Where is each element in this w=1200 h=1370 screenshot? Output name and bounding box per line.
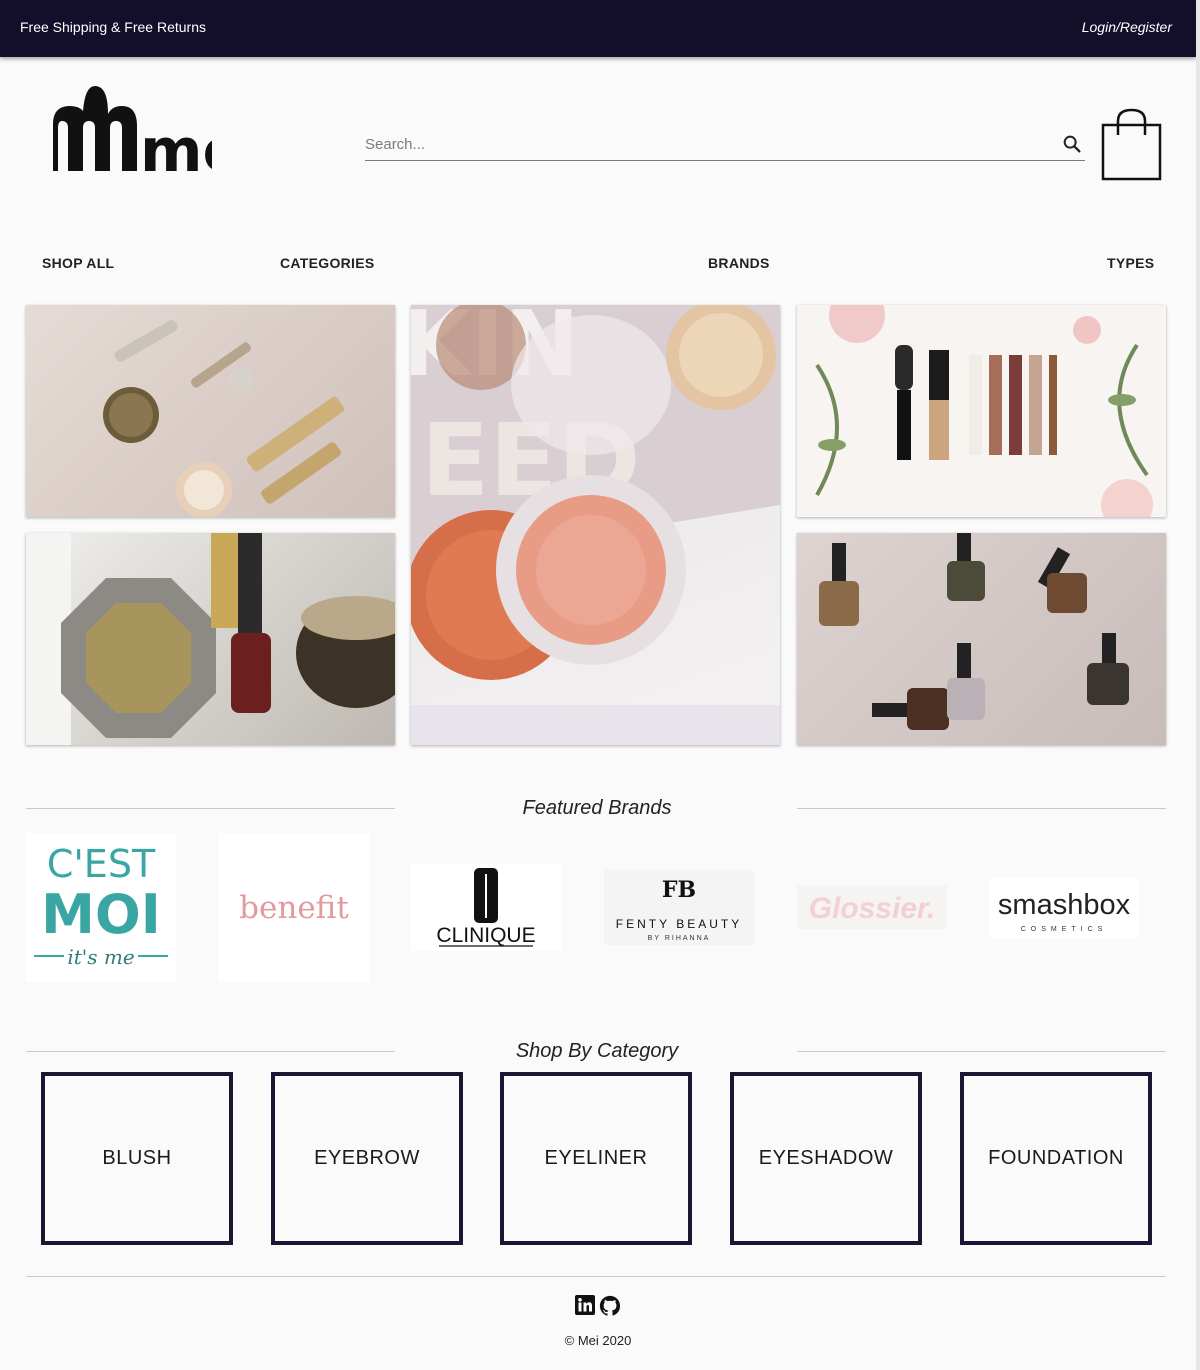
svg-text:Glossier.: Glossier. xyxy=(809,892,936,925)
svg-text:FB: FB xyxy=(662,877,696,903)
divider xyxy=(26,1051,395,1052)
category-eyebrow[interactable]: EYEBROW xyxy=(271,1072,463,1245)
nav-categories[interactable]: CATEGORIES xyxy=(280,255,375,271)
nav-brands[interactable]: BRANDS xyxy=(708,255,770,271)
hero-image-foundation-flatlay[interactable] xyxy=(797,305,1166,517)
category-eyeliner[interactable]: EYELINER xyxy=(500,1072,692,1245)
copyright: © Mei 2020 xyxy=(564,1333,632,1348)
svg-text:smashbox: smashbox xyxy=(998,889,1131,921)
divider xyxy=(797,808,1166,809)
shop-by-category-title: Shop By Category xyxy=(515,1040,679,1062)
hero-image-nail-polish[interactable] xyxy=(797,533,1166,745)
svg-text:MOI: MOI xyxy=(41,883,161,946)
mei-logo[interactable]: mei xyxy=(52,84,264,186)
svg-text:BY RIHANNA: BY RIHANNA xyxy=(648,935,711,942)
divider xyxy=(797,1051,1166,1052)
svg-text:benefit: benefit xyxy=(239,890,349,926)
hero-image-shu-uemura-blush[interactable]: KIN EED xyxy=(411,305,780,745)
brand-glossier-logo[interactable]: Glossier. xyxy=(797,886,947,929)
svg-text:COSMETICS: COSMETICS xyxy=(1021,926,1108,933)
promo-bar: Free Shipping & Free Returns Login/Regis… xyxy=(0,0,1196,57)
svg-text:CLINIQUE: CLINIQUE xyxy=(436,924,535,947)
svg-text:C'EST: C'EST xyxy=(47,842,156,886)
brand-benefit-logo[interactable]: benefit xyxy=(219,833,369,982)
brand-clinique-logo[interactable]: CLINIQUE xyxy=(411,864,561,951)
brand-fenty-beauty-logo[interactable]: FB FENTY BEAUTY BY RIHANNA xyxy=(604,870,754,945)
brand-smashbox-logo[interactable]: smashbox COSMETICS xyxy=(989,878,1139,938)
svg-text:FENTY BEAUTY: FENTY BEAUTY xyxy=(616,917,742,931)
github-icon[interactable] xyxy=(599,1295,621,1322)
login-register-link[interactable]: Login/Register xyxy=(1082,19,1172,35)
footer-divider xyxy=(26,1276,1166,1277)
svg-text:it's me: it's me xyxy=(67,945,134,969)
shopping-bag-icon[interactable] xyxy=(1101,108,1163,187)
hero-image-makeup-flatlay[interactable] xyxy=(26,305,395,517)
hero-image-fenty-highlighter[interactable] xyxy=(26,533,395,745)
search-input[interactable] xyxy=(365,131,1045,157)
svg-text:mei: mei xyxy=(140,116,212,174)
scrollbar-track xyxy=(1196,0,1200,1370)
category-blush[interactable]: BLUSH xyxy=(41,1072,233,1245)
nav-types[interactable]: TYPES xyxy=(1107,255,1154,271)
divider xyxy=(26,808,395,809)
category-eyeshadow[interactable]: EYESHADOW xyxy=(730,1072,922,1245)
search-bar xyxy=(365,131,1085,161)
category-foundation[interactable]: FOUNDATION xyxy=(960,1072,1152,1245)
search-icon[interactable] xyxy=(1061,133,1083,160)
social-links xyxy=(575,1295,621,1322)
shipping-notice: Free Shipping & Free Returns xyxy=(20,19,206,35)
nav-shop-all[interactable]: SHOP ALL xyxy=(42,255,114,271)
linkedin-icon[interactable] xyxy=(575,1295,595,1322)
featured-brands-title: Featured Brands xyxy=(522,797,672,819)
brand-cest-moi-logo[interactable]: C'EST MOI it's me xyxy=(26,833,176,982)
